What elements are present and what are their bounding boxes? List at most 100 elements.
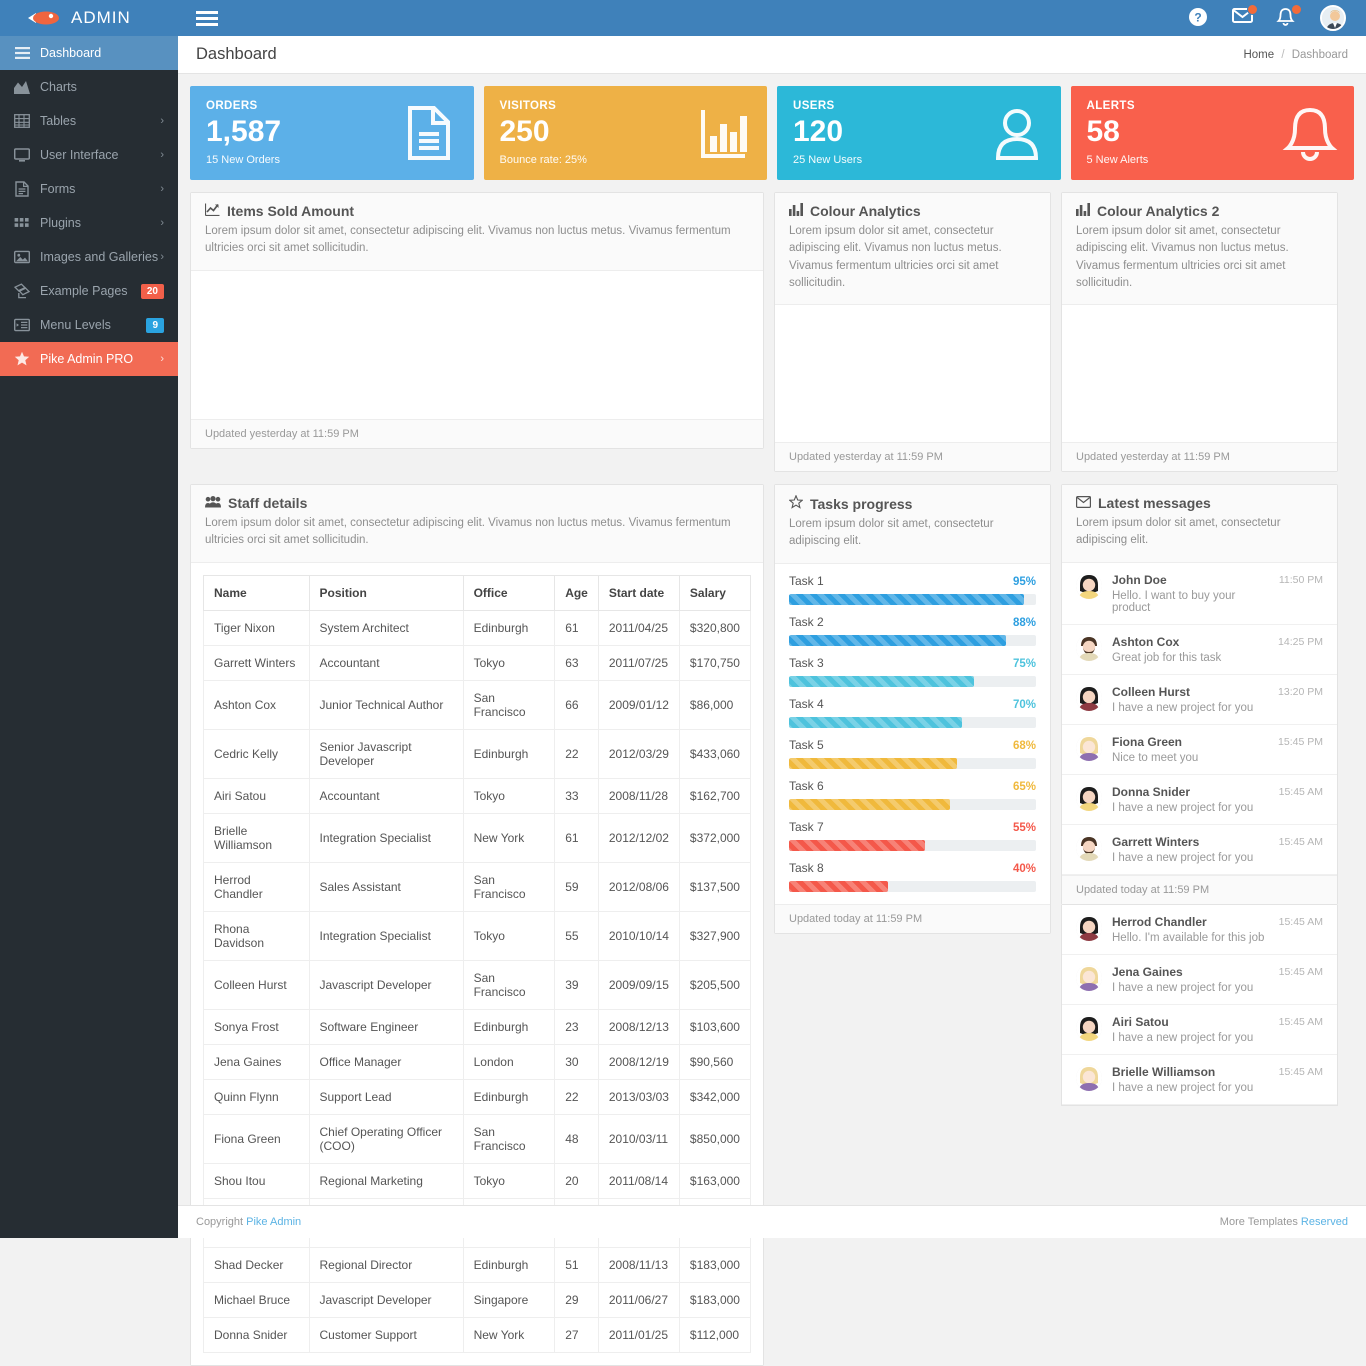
table-row[interactable]: Sonya FrostSoftware EngineerEdinburgh232… [204, 1009, 751, 1044]
footer-copyright-link[interactable]: Pike Admin [246, 1216, 301, 1228]
task-percent: 55% [1013, 822, 1036, 834]
table-row[interactable]: Shou ItouRegional MarketingTokyo202011/0… [204, 1163, 751, 1198]
sidebar-item-user-interface[interactable]: User Interface› [0, 138, 178, 172]
message-item[interactable]: Colleen HurstI have a new project for yo… [1062, 675, 1337, 725]
sidebar-item-dashboard[interactable]: Dashboard [0, 36, 178, 70]
message-item[interactable]: Fiona GreenNice to meet you15:45 PM [1062, 725, 1337, 775]
hamburger-icon [14, 45, 40, 61]
hamburger-icon[interactable] [196, 11, 218, 26]
image-icon [14, 249, 40, 265]
notifications-bell-icon[interactable] [1276, 7, 1298, 29]
table-row[interactable]: Jena GainesOffice ManagerLondon302008/12… [204, 1044, 751, 1079]
table-row[interactable]: Shad DeckerRegional DirectorEdinburgh512… [204, 1247, 751, 1282]
table-row[interactable]: Airi SatouAccountantTokyo332008/11/28$16… [204, 778, 751, 813]
sidebar-item-tables[interactable]: Tables› [0, 104, 178, 138]
task-progress-track [789, 881, 1036, 892]
sidebar-item-plugins[interactable]: Plugins› [0, 206, 178, 240]
table-row[interactable]: Tiger NixonSystem ArchitectEdinburgh6120… [204, 610, 751, 645]
table-row[interactable]: Garrett WintersAccountantTokyo632011/07/… [204, 645, 751, 680]
avatar [1076, 635, 1102, 661]
message-time: 14:25 PM [1278, 635, 1323, 648]
message-item[interactable]: John DoeHello. I want to buy your produc… [1062, 563, 1337, 625]
sidebar-item-charts[interactable]: Charts [0, 70, 178, 104]
table-column-header[interactable]: Salary [679, 575, 750, 610]
message-time: 15:45 PM [1278, 735, 1323, 748]
task-name: Task 3 [789, 656, 824, 670]
table-row[interactable]: Fiona GreenChief Operating Officer (COO)… [204, 1114, 751, 1163]
table-row[interactable]: Brielle WilliamsonIntegration Specialist… [204, 813, 751, 862]
sidebar-item-label: User Interface [40, 148, 160, 162]
table-row[interactable]: Ashton CoxJunior Technical AuthorSan Fra… [204, 680, 751, 729]
task-header: Task 665% [789, 769, 1036, 793]
brand-name: ADMIN [71, 8, 131, 28]
table-row[interactable]: Quinn FlynnSupport LeadEdinburgh222013/0… [204, 1079, 751, 1114]
message-item[interactable]: Jena GainesI have a new project for you1… [1062, 955, 1337, 1005]
stat-card-orders[interactable]: ORDERS1,58715 New Orders [190, 86, 474, 180]
table-column-header[interactable]: Office [463, 575, 555, 610]
table-cell: Senior Javascript Developer [309, 729, 463, 778]
stat-card-alerts[interactable]: ALERTS585 New Alerts [1071, 86, 1355, 180]
task-progress-fill [789, 635, 1006, 646]
task-progress-track [789, 758, 1036, 769]
table-cell: Cedric Kelly [204, 729, 310, 778]
message-item[interactable]: Garrett WintersI have a new project for … [1062, 825, 1337, 875]
table-column-header[interactable]: Start date [598, 575, 679, 610]
message-item[interactable]: Ashton CoxGreat job for this task14:25 P… [1062, 625, 1337, 675]
table-cell: 2011/08/14 [598, 1163, 679, 1198]
sidebar-item-images-and-galleries[interactable]: Images and Galleries› [0, 240, 178, 274]
messages-badge [1247, 4, 1258, 15]
panel-title: Tasks progress [789, 495, 1036, 512]
table-cell: $112,000 [679, 1317, 750, 1352]
table-cell: Fiona Green [204, 1114, 310, 1163]
table-row[interactable]: Donna SniderCustomer SupportNew York2720… [204, 1317, 751, 1352]
panel-description: Lorem ipsum dolor sit amet, consectetur … [789, 223, 1036, 292]
panel-footer: Updated today at 11:59 PM [1062, 875, 1337, 904]
table-cell: 2009/01/12 [598, 680, 679, 729]
message-item[interactable]: Herrod ChandlerHello. I'm available for … [1062, 905, 1337, 955]
help-icon[interactable]: ? [1188, 7, 1210, 29]
stat-card-users[interactable]: USERS12025 New Users [777, 86, 1061, 180]
table-cell: 2011/04/25 [598, 610, 679, 645]
message-body: Brielle WilliamsonI have a new project f… [1112, 1065, 1269, 1094]
table-cell: 2008/12/13 [598, 1009, 679, 1044]
sidebar-item-example-pages[interactable]: Example Pages20 [0, 274, 178, 308]
message-item[interactable]: Airi SatouI have a new project for you15… [1062, 1005, 1337, 1055]
sidebar-item-forms[interactable]: Forms› [0, 172, 178, 206]
sidebar-item-menu-levels[interactable]: Menu Levels9 [0, 308, 178, 342]
panel-title-text: Latest messages [1098, 495, 1211, 511]
sidebar-item-pike-admin-pro[interactable]: Pike Admin PRO› [0, 342, 178, 376]
table-column-header[interactable]: Name [204, 575, 310, 610]
table-cell: Donna Snider [204, 1317, 310, 1352]
message-preview: I have a new project for you [1112, 802, 1269, 814]
task-header: Task 195% [789, 564, 1036, 588]
table-row[interactable]: Michael BruceJavascript DeveloperSingapo… [204, 1282, 751, 1317]
messages-envelope-icon[interactable] [1232, 7, 1254, 29]
table-row[interactable]: Colleen HurstJavascript DeveloperSan Fra… [204, 960, 751, 1009]
stat-card-visitors[interactable]: VISITORS250Bounce rate: 25% [484, 86, 768, 180]
table-row[interactable]: Cedric KellySenior Javascript DeveloperE… [204, 729, 751, 778]
table-cell: 2012/03/29 [598, 729, 679, 778]
message-time: 15:45 AM [1279, 1015, 1323, 1028]
table-column-header[interactable]: Position [309, 575, 463, 610]
footer-right-link[interactable]: Reserved [1301, 1216, 1348, 1228]
message-item[interactable]: Brielle WilliamsonI have a new project f… [1062, 1055, 1337, 1105]
table-cell: 27 [555, 1317, 599, 1352]
message-sender: Brielle Williamson [1112, 1065, 1269, 1079]
brand[interactable]: ADMIN [0, 0, 178, 36]
table-cell: $90,560 [679, 1044, 750, 1079]
document-icon [14, 181, 40, 197]
table-cell: 29 [555, 1282, 599, 1317]
user-avatar[interactable] [1320, 5, 1346, 31]
task-percent: 70% [1013, 699, 1036, 711]
table-row[interactable]: Rhona DavidsonIntegration SpecialistToky… [204, 911, 751, 960]
message-item[interactable]: Donna SniderI have a new project for you… [1062, 775, 1337, 825]
task-percent: 68% [1013, 740, 1036, 752]
sidebar-item-label: Menu Levels [40, 318, 146, 332]
table-cell: 23 [555, 1009, 599, 1044]
table-row[interactable]: Herrod ChandlerSales AssistantSan Franci… [204, 862, 751, 911]
panel-tasks-progress: Tasks progress Lorem ipsum dolor sit ame… [774, 484, 1051, 934]
table-column-header[interactable]: Age [555, 575, 599, 610]
table-grid-icon [14, 113, 40, 129]
breadcrumb-home[interactable]: Home [1243, 49, 1274, 61]
table-cell: 2009/09/15 [598, 960, 679, 1009]
